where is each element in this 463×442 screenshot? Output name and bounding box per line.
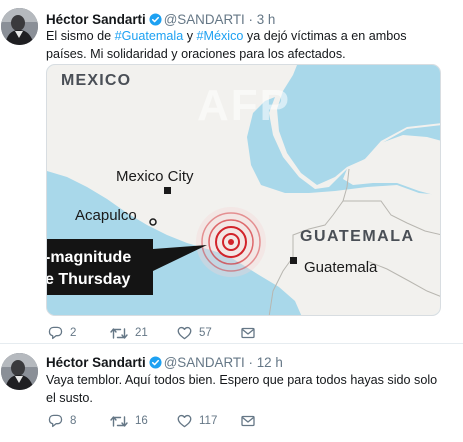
like-count: 57 [199,327,212,339]
retweet-icon [110,327,128,339]
direct-message-button[interactable] [241,411,255,431]
text-fragment: y [183,29,197,43]
hashtag-link[interactable]: #Guatemala [115,29,184,43]
separator: · [248,12,253,27]
reply-button[interactable]: 2 [48,323,76,343]
city-label: Mexico City [116,168,194,185]
reply-count: 2 [70,327,77,339]
epicenter-marker [196,207,266,277]
hashtag-link[interactable]: #México [197,29,244,43]
retweet-icon [110,415,128,427]
country-label: GUATEMALA [300,228,415,245]
author-handle[interactable]: @SANDARTI [164,355,245,370]
callout-text: -magnitude [47,249,131,266]
avatar[interactable] [1,353,38,390]
reply-icon [48,326,63,340]
reply-count: 8 [70,415,77,427]
retweet-button[interactable]: 16 [110,411,148,431]
tweet[interactable]: Héctor Sandarti @SANDARTI · 12 h Vaya tem… [0,344,463,442]
timestamp[interactable]: 3 h [257,12,276,27]
reply-button[interactable]: 8 [48,411,76,431]
tweet-text: Vaya temblor. Aquí todos bien. Espero qu… [46,373,438,405]
tweet-text: El sismo de #Guatemala y #México ya dejó… [46,27,446,63]
timestamp[interactable]: 12 h [257,355,283,370]
tweet[interactable]: Héctor Sandarti @SANDARTI · 3 h El sismo … [0,0,463,344]
city-marker [290,257,297,264]
like-button[interactable]: 117 [177,411,217,431]
city-label: Guatemala [304,259,378,276]
heart-icon [177,414,192,428]
avatar[interactable] [1,8,38,45]
tweet-media-image[interactable]: AFP MEXICO Mexico City Acapulco GUATEMAL… [46,64,441,316]
country-label: MEXICO [61,72,131,89]
tweet-actions: 2 21 57 [46,323,306,343]
direct-message-button[interactable] [241,323,255,343]
like-button[interactable]: 57 [177,323,212,343]
envelope-icon [241,327,255,339]
retweet-count: 16 [135,415,148,427]
author-name[interactable]: Héctor Sandarti [46,12,146,27]
callout-text: e Thursday [47,271,130,288]
separator: · [248,355,253,370]
earthquake-map: AFP MEXICO Mexico City Acapulco GUATEMAL… [47,65,440,315]
city-label: Acapulco [75,207,137,224]
tweet-actions: 8 16 117 [46,411,306,431]
text-fragment: El sismo de [46,29,115,43]
author-name[interactable]: Héctor Sandarti [46,355,146,370]
envelope-icon [241,415,255,427]
reply-icon [48,414,63,428]
city-marker [164,187,171,194]
author-handle[interactable]: @SANDARTI [164,12,245,27]
watermark: AFP [197,81,291,130]
retweet-count: 21 [135,327,148,339]
heart-icon [177,326,192,340]
like-count: 117 [199,415,218,427]
retweet-button[interactable]: 21 [110,323,148,343]
